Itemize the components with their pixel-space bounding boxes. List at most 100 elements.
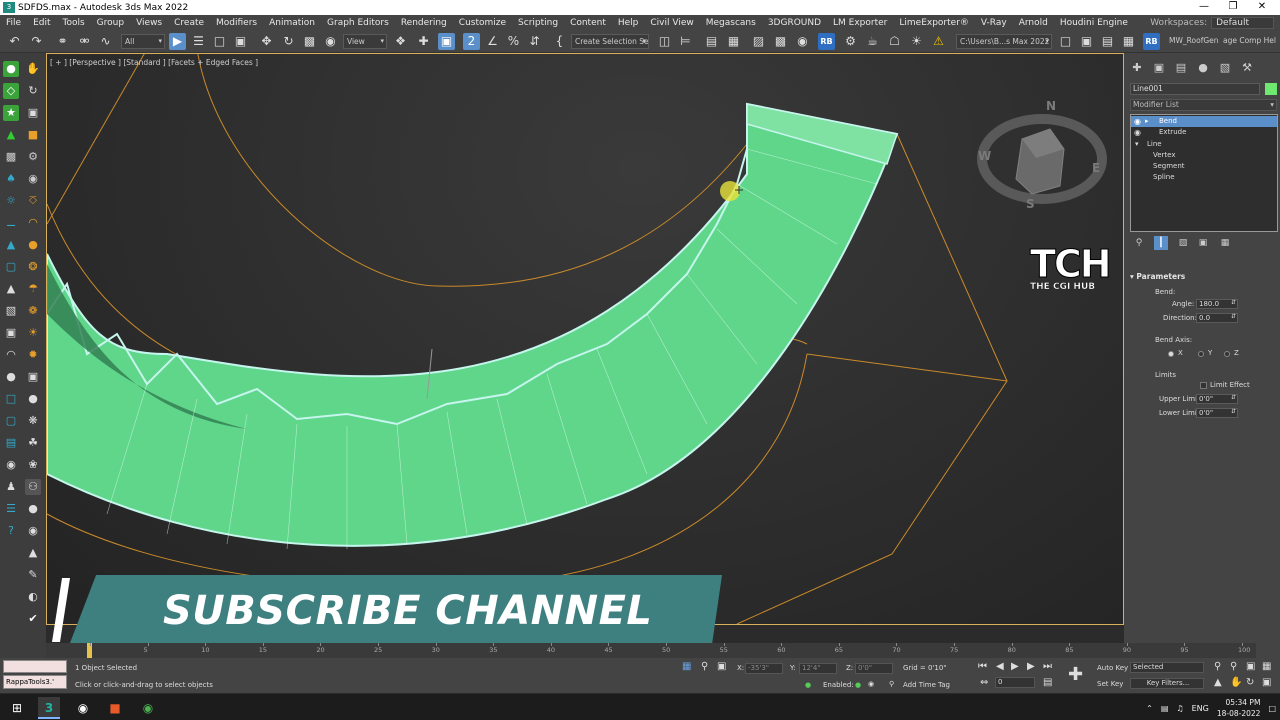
app-taskbar-icon[interactable]: ■ <box>104 697 126 719</box>
tree-icon[interactable]: ♠ <box>3 171 19 187</box>
cloth-icon[interactable]: □ <box>3 391 19 407</box>
upper-limit-spinner[interactable]: 0'0" ⇵ <box>1196 394 1238 404</box>
absolute-mode-icon[interactable]: ▣ <box>717 661 726 672</box>
render-icon[interactable]: ☕ <box>864 33 881 50</box>
z-coord-field[interactable]: 0'0" <box>855 663 893 674</box>
menu-customize[interactable]: Customize <box>453 18 512 28</box>
set-key-button[interactable]: Set Key <box>1097 680 1123 688</box>
obs-taskbar-icon[interactable]: ◉ <box>72 697 94 719</box>
keyboard-shortcut-icon[interactable]: ▣ <box>438 33 455 50</box>
lock-icon[interactable]: ● <box>3 369 19 385</box>
maxscript-listener[interactable] <box>3 660 67 673</box>
schematic-view-icon[interactable]: ▩ <box>772 33 789 50</box>
plane-icon[interactable]: ▲ <box>3 281 19 297</box>
selected-dropdown[interactable]: Selected <box>1130 662 1204 673</box>
scale-icon[interactable]: ▩ <box>301 33 318 50</box>
percent-snap-icon[interactable]: % <box>505 33 522 50</box>
utilities-tab-icon[interactable]: ⚒ <box>1240 61 1254 75</box>
motion-tab-icon[interactable]: ● <box>1196 61 1210 75</box>
menu-lm-exporter[interactable]: LM Exporter <box>827 18 893 28</box>
direction-spinner[interactable]: 0.0 ⇵ <box>1196 313 1238 323</box>
chrome-taskbar-icon[interactable]: ◉ <box>137 697 159 719</box>
menu-megascans[interactable]: Megascans <box>700 18 762 28</box>
bind-space-warp-icon[interactable]: ∿ <box>97 33 114 50</box>
language-indicator[interactable]: ENG <box>1192 704 1209 713</box>
menu-graph-editors[interactable]: Graph Editors <box>321 18 395 28</box>
cylinder-icon[interactable]: ▢ <box>3 259 19 275</box>
stack-item-line[interactable]: ▾ Line <box>1131 139 1277 150</box>
comp-help-button[interactable]: age Comp Hel <box>1220 34 1276 49</box>
menu-rendering[interactable]: Rendering <box>395 18 453 28</box>
adaptive-degradation-icon[interactable]: ● <box>805 681 811 689</box>
eye-icon[interactable]: ◉ <box>3 457 19 473</box>
minimize-icon[interactable]: — <box>1190 0 1218 15</box>
show-end-result-icon[interactable]: ┃ <box>1154 236 1168 250</box>
spinner-snap-icon[interactable]: ⇵ <box>526 33 543 50</box>
unlink-icon[interactable]: ⚮ <box>76 33 93 50</box>
key-mode-icon[interactable]: ⇔ <box>980 677 988 688</box>
mirror-icon[interactable]: ◫ <box>656 33 673 50</box>
modifier-list-dropdown[interactable]: Modifier List ▾ <box>1130 99 1277 111</box>
light-bulb-icon[interactable]: ☼ <box>3 193 19 209</box>
viewcube-south[interactable]: S <box>1026 197 1035 211</box>
pan-icon[interactable]: ✋ <box>1230 677 1242 688</box>
paint-icon[interactable]: ◐ <box>25 589 41 605</box>
prev-frame-icon[interactable]: ◀ <box>996 661 1004 672</box>
expand-icon[interactable]: ▸ <box>1145 116 1149 127</box>
lights-icon[interactable]: ★ <box>3 105 19 121</box>
folder-icon[interactable]: □ <box>1057 33 1074 50</box>
viewcube-west[interactable]: W <box>978 149 991 163</box>
goto-end-icon[interactable]: ⏭ <box>1043 661 1052 672</box>
render-iterative-icon[interactable]: ☀ <box>908 33 925 50</box>
zoom-extents-icon[interactable]: ▣ <box>1246 661 1255 672</box>
material-editor-icon[interactable]: ◉ <box>794 33 811 50</box>
select-by-name-icon[interactable]: ☰ <box>190 33 207 50</box>
3ds-max-taskbar-icon[interactable]: 3 <box>38 697 60 719</box>
menu-arnold[interactable]: Arnold <box>1013 18 1054 28</box>
configure-sets-icon[interactable]: ▦ <box>1218 236 1232 250</box>
select-manipulate-icon[interactable]: ✚ <box>415 33 432 50</box>
volume-icon[interactable]: ♫ <box>1176 704 1183 713</box>
remove-modifier-icon[interactable]: ▣ <box>1196 236 1210 250</box>
shapes-icon[interactable]: ◇ <box>3 83 19 99</box>
stack-item-extrude[interactable]: ◉ Extrude <box>1131 127 1277 138</box>
play-icon[interactable]: ▶ <box>1011 661 1019 672</box>
car-icon[interactable]: ▩ <box>3 149 19 165</box>
parameters-header[interactable]: ▾ Parameters <box>1130 272 1185 281</box>
viewcube-east[interactable]: E <box>1092 161 1100 175</box>
star-icon[interactable]: ✹ <box>25 347 41 363</box>
close-icon[interactable]: ✕ <box>1248 0 1276 15</box>
menu-file[interactable]: File <box>0 18 27 28</box>
menu-edit[interactable]: Edit <box>27 18 56 28</box>
notification-icon[interactable]: □ <box>1268 704 1276 713</box>
y-coord-field[interactable]: 12'4" <box>799 663 837 674</box>
snap-toggle-icon[interactable]: 2 <box>463 33 480 50</box>
viewcube-north[interactable]: N <box>1046 99 1056 113</box>
warning-icon[interactable]: ⚠ <box>930 33 947 50</box>
grass-icon[interactable]: ❋ <box>25 413 41 429</box>
brush-icon[interactable]: ✎ <box>25 567 41 583</box>
set-key-plus-icon[interactable]: ✚ <box>1068 664 1083 685</box>
save-folder-icon[interactable]: ▤ <box>1099 33 1116 50</box>
pin-stack-icon[interactable]: ⚲ <box>1132 236 1146 250</box>
fork-icon[interactable]: ⚊ <box>3 215 19 231</box>
layer-explorer-icon[interactable]: ▤ <box>703 33 720 50</box>
axis-z-radio[interactable] <box>1224 351 1230 357</box>
display-tab-icon[interactable]: ▧ <box>1218 61 1232 75</box>
make-unique-icon[interactable]: ▧ <box>1176 236 1190 250</box>
edit-named-sets-icon[interactable]: { <box>551 33 568 50</box>
zoom-icon[interactable]: ⚲ <box>1214 661 1221 672</box>
globe-icon[interactable]: ◉ <box>25 523 41 539</box>
timeline[interactable]: 5 10 15 20 25 30 35 40 45 50 55 60 65 70 75 80 85 90 95 100 <box>46 643 1256 658</box>
menu-animation[interactable]: Animation <box>263 18 321 28</box>
dome-icon[interactable]: ◠ <box>3 347 19 363</box>
axis-x-radio[interactable] <box>1168 351 1174 357</box>
menu-tools[interactable]: Tools <box>57 18 91 28</box>
create-tab-icon[interactable]: ✚ <box>1130 61 1144 75</box>
zoom-all-icon[interactable]: ⚲ <box>1230 661 1237 672</box>
selection-filter-dropdown[interactable]: All ▾ <box>121 34 165 49</box>
object-color-swatch[interactable] <box>1265 83 1277 95</box>
menu-modifiers[interactable]: Modifiers <box>210 18 263 28</box>
align-icon[interactable]: ⊨ <box>677 33 694 50</box>
sphere-white-icon[interactable]: ● <box>25 391 41 407</box>
